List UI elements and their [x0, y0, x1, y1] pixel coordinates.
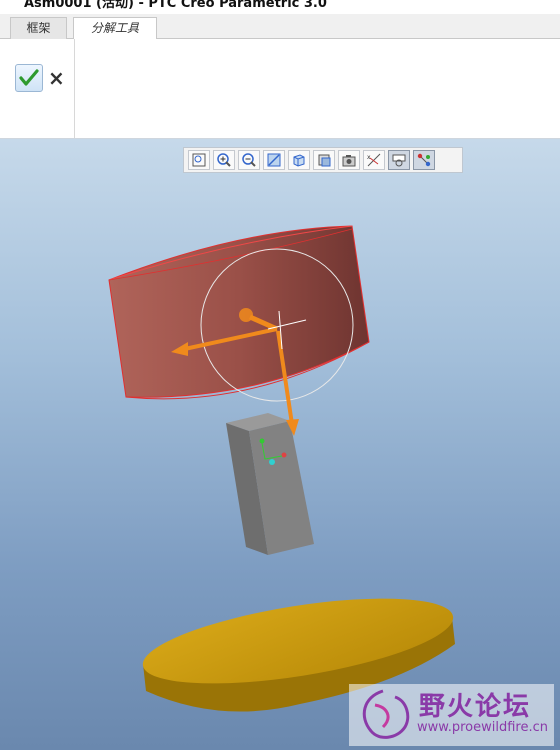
ribbon-tabstrip: 框架 分解工具	[0, 14, 560, 40]
forum-logo-icon	[362, 689, 410, 739]
watermark-url: www.proewildfire.cn	[417, 720, 548, 735]
datum-display-button[interactable]: x	[363, 150, 385, 170]
close-icon: ×	[48, 66, 65, 90]
forum-watermark: 野火论坛 www.proewildfire.cn	[349, 684, 554, 746]
ribbon-panel: ×	[0, 39, 560, 139]
watermark-title: 野火论坛	[419, 692, 532, 722]
refit-icon	[192, 153, 206, 167]
window-title: Asm0001 (活动) - PTC Creo Parametric 3.0	[24, 0, 327, 11]
checkmark-icon	[19, 69, 39, 86]
view-manager-button[interactable]	[338, 150, 360, 170]
datum-display-icon: x	[367, 153, 381, 167]
graphics-viewport[interactable]: x 野火论坛 www.proewildfire.cn	[0, 139, 560, 750]
view-toolbar: x	[183, 147, 463, 173]
cancel-button[interactable]: ×	[48, 66, 66, 90]
explode-lines-button[interactable]	[413, 150, 435, 170]
panel-divider	[74, 39, 75, 138]
display-style-button[interactable]	[313, 150, 335, 170]
zoom-in-button[interactable]	[213, 150, 235, 170]
repaint-button[interactable]	[263, 150, 285, 170]
tab-frame[interactable]: 框架	[10, 17, 67, 39]
view-manager-icon	[342, 155, 356, 167]
repaint-icon	[267, 153, 281, 167]
cylinder-part[interactable]	[108, 225, 370, 400]
refit-button[interactable]	[188, 150, 210, 170]
window-title-bar: Asm0001 (活动) - PTC Creo Parametric 3.0	[0, 0, 560, 14]
block-part[interactable]	[226, 413, 314, 555]
zoom-out-icon	[242, 153, 256, 167]
zoom-out-button[interactable]	[238, 150, 260, 170]
saved-views-icon	[293, 154, 305, 167]
saved-views-button[interactable]	[288, 150, 310, 170]
svg-text:x: x	[367, 154, 371, 161]
spin-center-button[interactable]	[388, 150, 410, 170]
zoom-in-icon	[217, 153, 231, 167]
confirm-button[interactable]	[15, 64, 43, 92]
spin-center-icon	[392, 154, 406, 167]
tab-explode-tool[interactable]: 分解工具	[73, 17, 157, 40]
explode-lines-icon	[417, 153, 431, 167]
display-style-icon	[318, 154, 331, 167]
model-scene	[108, 225, 455, 712]
